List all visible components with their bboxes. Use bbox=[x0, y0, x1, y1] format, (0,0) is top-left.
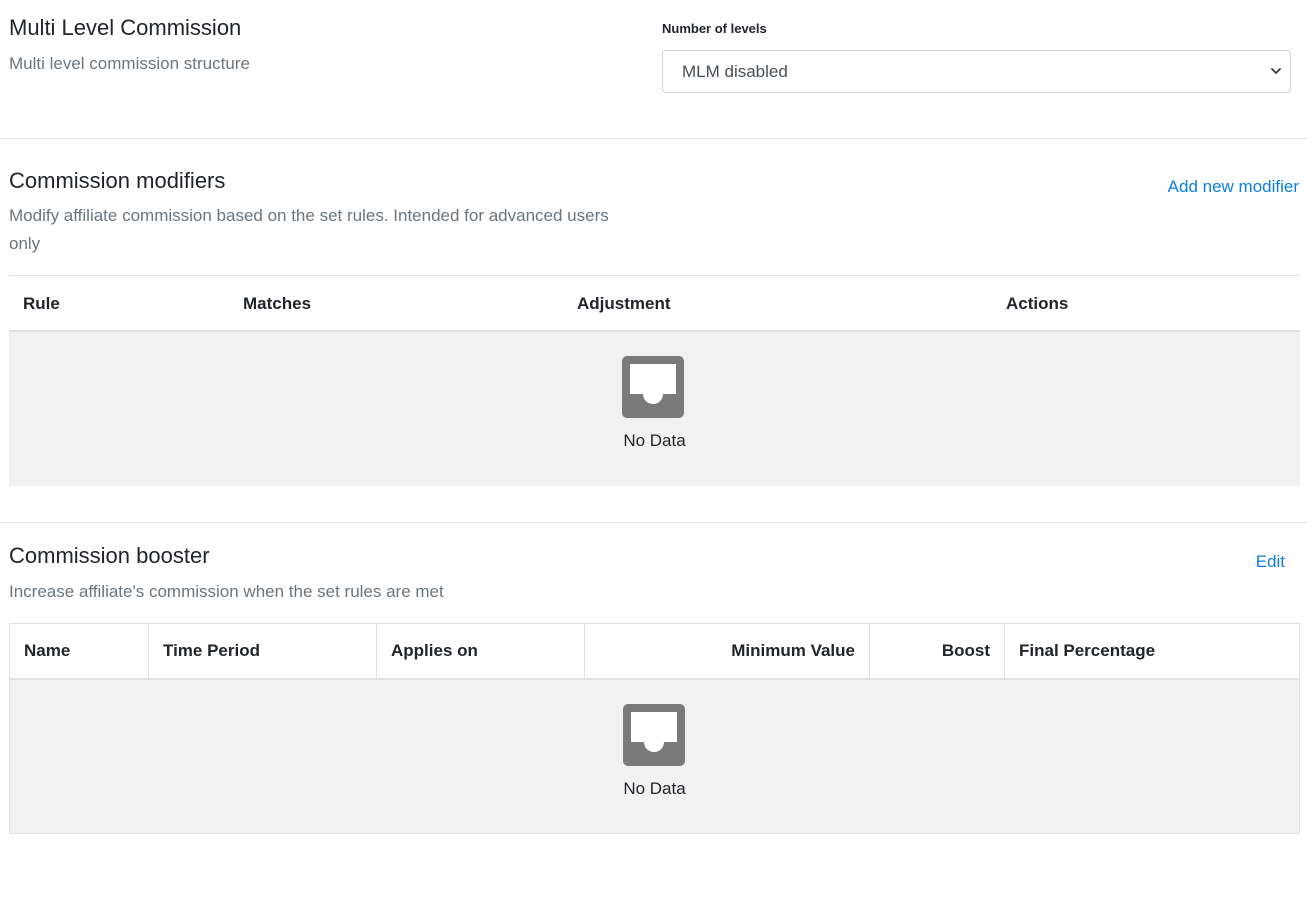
column-header-adjustment[interactable]: Adjustment bbox=[577, 294, 671, 314]
section-divider bbox=[0, 522, 1307, 523]
modifiers-description: Modify affiliate commission based on the… bbox=[9, 206, 609, 253]
column-header-applies-on[interactable]: Applies on bbox=[377, 624, 585, 678]
column-header-rule[interactable]: Rule bbox=[23, 294, 60, 314]
add-new-modifier-link[interactable]: Add new modifier bbox=[1168, 177, 1299, 197]
levels-select-value: MLM disabled bbox=[682, 61, 788, 81]
commission-settings-page: Multi Level Commission Multi level commi… bbox=[0, 0, 1307, 923]
modifiers-empty-state: No Data bbox=[9, 332, 1300, 486]
levels-select[interactable]: MLM disabled bbox=[662, 50, 1291, 93]
edit-booster-link[interactable]: Edit bbox=[1256, 552, 1285, 572]
mlm-description: Multi level commission structure bbox=[9, 54, 250, 73]
column-header-minimum-value[interactable]: Minimum Value bbox=[585, 624, 870, 678]
column-header-name[interactable]: Name bbox=[10, 624, 149, 678]
column-header-matches[interactable]: Matches bbox=[243, 294, 311, 314]
inbox-icon bbox=[623, 704, 685, 766]
no-data-text: No Data bbox=[623, 779, 686, 798]
column-header-time-period[interactable]: Time Period bbox=[149, 624, 377, 678]
mlm-title: Multi Level Commission bbox=[9, 15, 242, 40]
levels-label: Number of levels bbox=[662, 21, 767, 36]
column-header-actions[interactable]: Actions bbox=[1006, 294, 1068, 314]
inbox-icon bbox=[622, 356, 684, 418]
column-header-boost[interactable]: Boost bbox=[870, 624, 1005, 678]
booster-title: Commission booster bbox=[9, 543, 210, 568]
column-header-final-percentage[interactable]: Final Percentage bbox=[1005, 624, 1299, 678]
section-divider bbox=[0, 138, 1307, 139]
booster-empty-state: No Data bbox=[9, 680, 1300, 834]
chevron-down-icon bbox=[1271, 68, 1281, 74]
booster-table-header: Name Time Period Applies on Minimum Valu… bbox=[9, 623, 1300, 680]
no-data-text: No Data bbox=[623, 431, 686, 450]
booster-description: Increase affiliate's commission when the… bbox=[9, 582, 444, 601]
modifiers-table-header: Rule Matches Adjustment Actions bbox=[9, 275, 1300, 332]
modifiers-title: Commission modifiers bbox=[9, 168, 226, 193]
